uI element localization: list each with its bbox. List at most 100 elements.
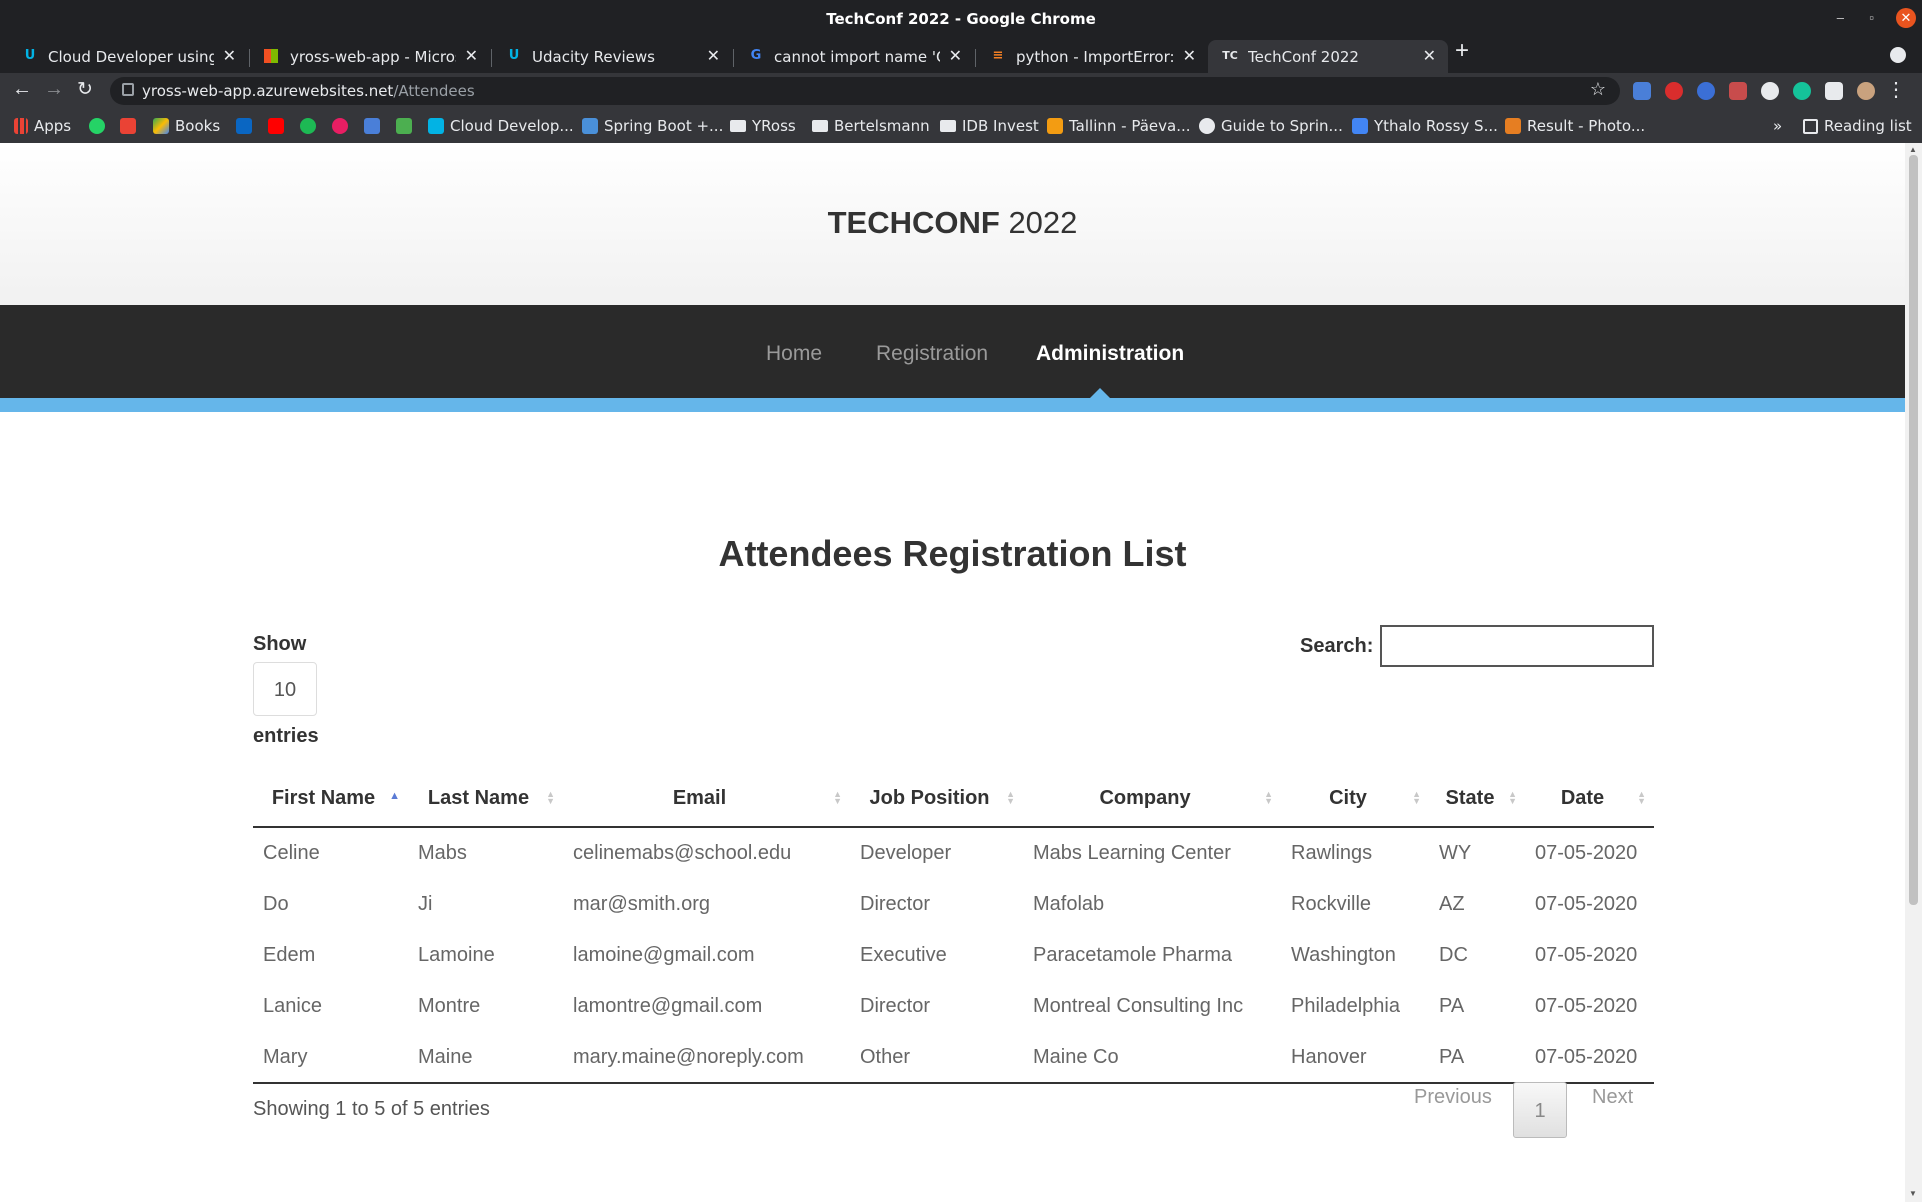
cell-last-name: Montre <box>418 995 481 1017</box>
bookmark-guide-spring[interactable]: Guide to Sprin... <box>1199 117 1343 135</box>
restore-icon[interactable]: ▫ <box>1869 10 1874 25</box>
bookmark-yross[interactable]: YRoss <box>730 117 796 135</box>
close-tab-icon[interactable]: ✕ <box>707 46 720 65</box>
column-header-company[interactable]: Company ▲ ▼ <box>1023 771 1281 828</box>
pdf-extension-icon[interactable] <box>1729 82 1747 100</box>
bookmark-w[interactable] <box>396 117 418 135</box>
table-row: Celine Mabs celinemabs@school.edu Develo… <box>253 827 1654 879</box>
column-header-city[interactable]: City ▲ ▼ <box>1281 771 1429 828</box>
profile-avatar[interactable] <box>1857 82 1875 100</box>
linkedin-icon <box>236 118 252 134</box>
column-header-last-name[interactable]: Last Name ▲ ▼ <box>408 771 563 828</box>
cell-job-position: Director <box>860 893 931 915</box>
close-tab-icon[interactable]: ✕ <box>949 46 962 65</box>
column-header-job-position[interactable]: Job Position ▲ ▼ <box>850 771 1023 828</box>
cell-first-name: Mary <box>253 1032 408 1084</box>
close-tab-icon[interactable]: ✕ <box>1423 46 1436 65</box>
sort-icon: ▲ ▼ <box>1637 789 1646 806</box>
cell-city: Rawlings <box>1291 842 1373 864</box>
bookmark-youtube[interactable] <box>268 117 290 135</box>
udacity-icon: U <box>24 48 36 63</box>
nav-administration[interactable]: Administration <box>1036 342 1184 366</box>
table-row: Edem Lamoine lamoine@gmail.com Executive… <box>253 930 1654 981</box>
bookmark-linkedin[interactable] <box>236 117 258 135</box>
bookmarks-overflow-icon[interactable]: » <box>1773 117 1782 135</box>
minimize-icon[interactable]: – <box>1837 10 1844 25</box>
search-input[interactable] <box>1380 625 1654 667</box>
cell-last-name: Ji <box>418 893 433 915</box>
chrome-menu-icon[interactable]: ⋮ <box>1886 77 1906 102</box>
reading-list[interactable]: Reading list <box>1803 117 1912 135</box>
cell-company: Montreal Consulting Inc <box>1033 995 1244 1017</box>
pagination-page-1[interactable]: 1 <box>1513 1082 1567 1138</box>
tab-python-importerror[interactable]: ≡ python - ImportError: can ✕ <box>976 40 1208 73</box>
dark-mode-extension-icon[interactable] <box>1761 82 1779 100</box>
check-extension-icon[interactable] <box>1697 82 1715 100</box>
bookmark-result-photo[interactable]: Result - Photo... <box>1505 117 1645 135</box>
back-icon[interactable]: ← <box>12 78 32 101</box>
column-header-first-name[interactable]: First Name ▲ <box>253 771 408 828</box>
bookmark-ythalo[interactable]: Ythalo Rossy S... <box>1352 117 1498 135</box>
close-tab-icon[interactable]: ✕ <box>223 46 236 65</box>
bookmark-tallinn[interactable]: Tallinn - Päeva... <box>1047 117 1191 135</box>
bookmark-whatsapp[interactable] <box>89 117 111 135</box>
translate-icon <box>364 118 380 134</box>
close-tab-icon[interactable]: ✕ <box>1183 46 1196 65</box>
bookmark-books[interactable]: Books <box>153 117 220 135</box>
cell-state: PA <box>1439 995 1465 1017</box>
close-tab-icon[interactable]: ✕ <box>465 46 478 65</box>
bookmark-translate[interactable] <box>364 117 386 135</box>
bookmark-idb-invest[interactable]: IDB Invest <box>940 117 1039 135</box>
cell-job-position: Executive <box>860 944 947 966</box>
bookmark-music[interactable] <box>332 117 354 135</box>
browser-toolbar: ← → ↻ yross-web-app.azurewebsites.net/At… <box>0 73 1922 109</box>
column-header-email[interactable]: Email ▲ ▼ <box>563 771 850 828</box>
column-header-state[interactable]: State ▲ ▼ <box>1429 771 1525 828</box>
grammarly-extension-icon[interactable] <box>1793 82 1811 100</box>
tab-yross-web-app[interactable]: yross-web-app - Microsoft ✕ <box>250 40 490 73</box>
adblock-extension-icon[interactable] <box>1665 82 1683 100</box>
sort-icon: ▲ ▼ <box>1508 789 1517 806</box>
sort-ascending-icon: ▲ <box>389 790 400 802</box>
bookmark-spotify[interactable] <box>300 117 322 135</box>
bookmark-star-icon[interactable]: ☆ <box>1590 79 1606 100</box>
stackoverflow-icon: ≡ <box>992 48 1004 63</box>
tab-search-icon[interactable] <box>1890 47 1906 63</box>
bookmark-apps[interactable]: Apps <box>14 117 71 135</box>
close-window-icon[interactable]: ✕ <box>1896 8 1916 28</box>
entries-per-page-select[interactable]: 10 <box>253 662 317 716</box>
folder-icon <box>730 120 746 132</box>
bookmark-cloud-developer[interactable]: Cloud Develop... <box>428 117 574 135</box>
pagination-next[interactable]: Next <box>1592 1086 1633 1109</box>
cell-first-name: Celine <box>263 842 320 864</box>
cell-city: Rockville <box>1291 893 1372 915</box>
scrollbar-thumb[interactable] <box>1909 155 1918 905</box>
bookmark-bertelsmann[interactable]: Bertelsmann <box>812 117 930 135</box>
tab-cannot-import[interactable]: G cannot import name 'Que ✕ <box>734 40 974 73</box>
nav-home[interactable]: Home <box>766 342 822 366</box>
site-brand[interactable]: TECHCONF 2022 <box>0 205 1905 241</box>
bookmark-gmail[interactable] <box>120 117 142 135</box>
address-bar[interactable]: yross-web-app.azurewebsites.net/Attendee… <box>110 77 1620 105</box>
tab-cloud-developer[interactable]: U Cloud Developer using Mi ✕ <box>8 40 248 73</box>
cell-state: AZ <box>1439 893 1465 915</box>
scroll-up-icon[interactable]: ▲ <box>1909 145 1917 154</box>
column-header-date[interactable]: Date ▲ ▼ <box>1525 771 1654 828</box>
translate-extension-icon[interactable] <box>1633 82 1651 100</box>
bookmark-spring-boot[interactable]: Spring Boot +... <box>582 117 723 135</box>
cell-last-name: Mabs <box>418 842 467 864</box>
page-scrollbar[interactable]: ▲ ▼ <box>1905 143 1922 1202</box>
nav-registration[interactable]: Registration <box>876 342 988 366</box>
tab-udacity-reviews[interactable]: U Udacity Reviews ✕ <box>492 40 732 73</box>
sort-icon: ▲ ▼ <box>1412 789 1421 806</box>
table-info: Showing 1 to 5 of 5 entries <box>253 1098 490 1120</box>
entries-label: entries <box>253 725 319 747</box>
forward-icon[interactable]: → <box>44 78 64 101</box>
tab-techconf[interactable]: TC TechConf 2022 ✕ <box>1208 40 1448 73</box>
pagination-previous[interactable]: Previous <box>1414 1086 1492 1109</box>
reload-icon[interactable]: ↻ <box>77 78 93 101</box>
tab-label: Udacity Reviews <box>532 48 655 66</box>
extensions-puzzle-icon[interactable] <box>1825 82 1843 100</box>
new-tab-icon[interactable]: + <box>1455 37 1469 65</box>
scroll-down-icon[interactable]: ▼ <box>1909 1189 1917 1198</box>
